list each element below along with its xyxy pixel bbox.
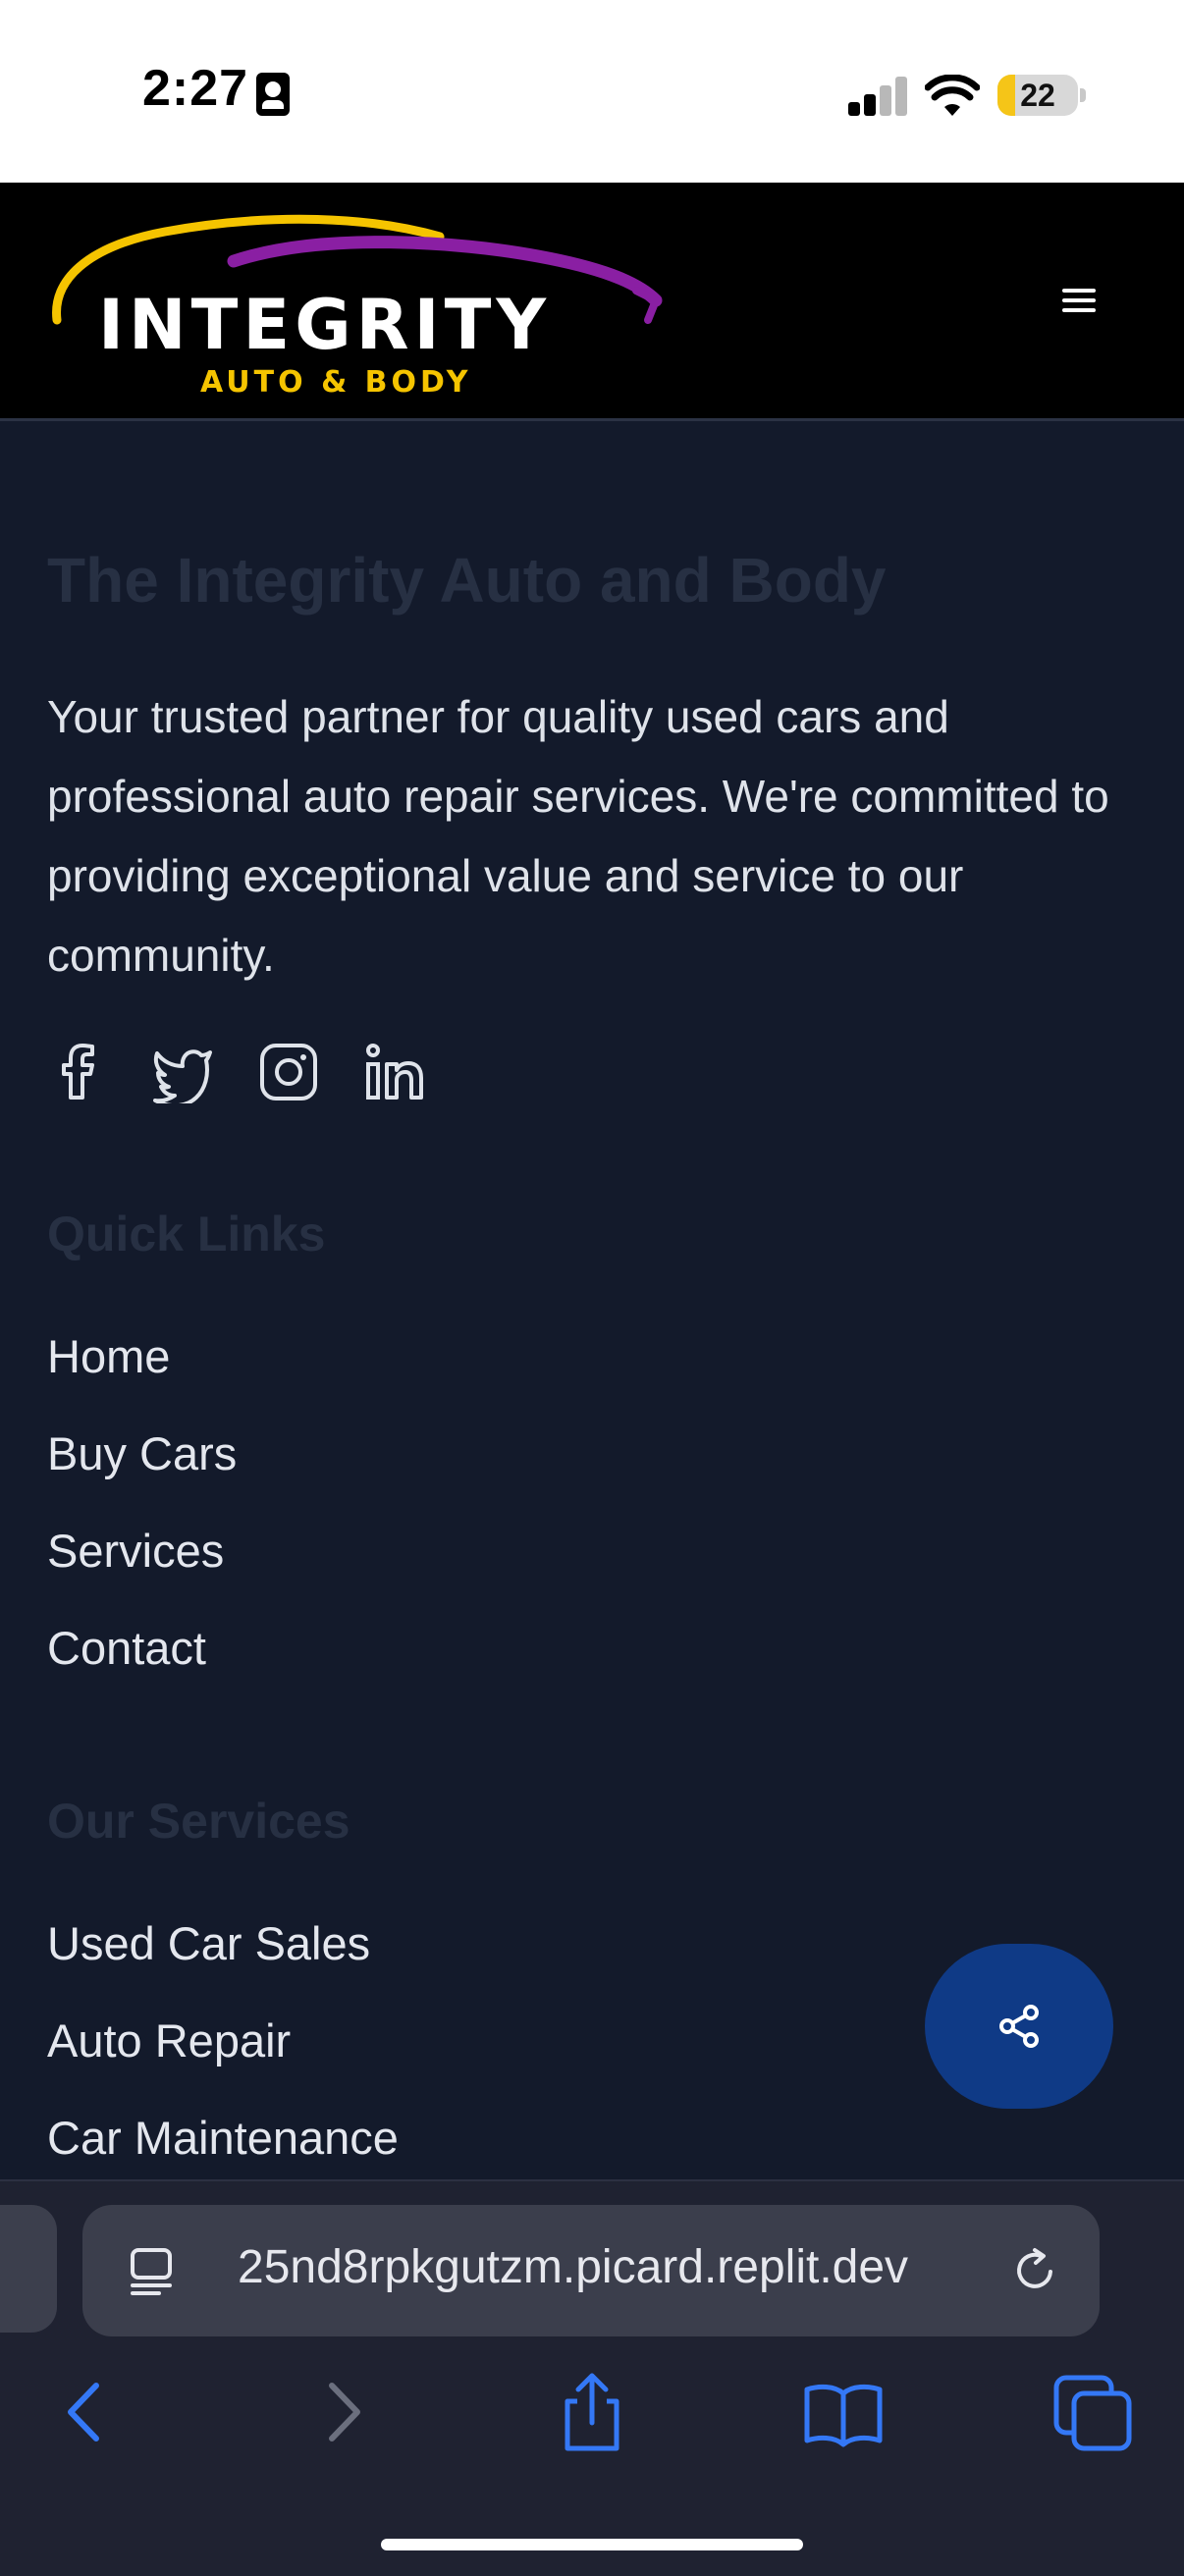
battery-tip bbox=[1080, 88, 1086, 102]
forward-icon[interactable] bbox=[298, 2368, 387, 2456]
quick-links-title: Quick Links bbox=[47, 1207, 326, 1261]
site-header: INTEGRITY AUTO & BODY bbox=[0, 183, 1184, 421]
id-card-icon bbox=[256, 73, 290, 116]
back-icon[interactable] bbox=[41, 2368, 130, 2456]
quick-link-contact[interactable]: Contact bbox=[47, 1621, 206, 1675]
site-logo[interactable]: INTEGRITY AUTO & BODY bbox=[47, 202, 666, 400]
share-icon bbox=[999, 2005, 1039, 2048]
linkedin-icon[interactable] bbox=[363, 1041, 426, 1103]
previous-tab-peek[interactable] bbox=[0, 2205, 57, 2333]
battery-icon: 22 bbox=[997, 75, 1078, 116]
status-time: 2:27 bbox=[142, 60, 249, 117]
cellular-signal-icon bbox=[848, 77, 907, 116]
logo-sub-text: AUTO & BODY bbox=[200, 365, 472, 400]
share-icon[interactable] bbox=[548, 2368, 636, 2456]
service-link-used-car-sales[interactable]: Used Car Sales bbox=[47, 1916, 370, 1970]
instagram-icon[interactable] bbox=[257, 1041, 320, 1103]
reload-icon[interactable] bbox=[1011, 2246, 1060, 2295]
page-menu-icon[interactable] bbox=[130, 2246, 175, 2297]
wifi-icon bbox=[925, 75, 980, 116]
status-bar: 2:27 22 bbox=[0, 0, 1184, 183]
home-indicator[interactable] bbox=[381, 2539, 803, 2550]
about-title: The Integrity Auto and Body bbox=[47, 545, 887, 616]
browser-nav-bar bbox=[0, 2368, 1184, 2486]
url-text: 25nd8rpkgutzm.picard.replit.dev bbox=[238, 2241, 909, 2293]
quick-link-home[interactable]: Home bbox=[47, 1329, 170, 1383]
hamburger-menu-icon[interactable] bbox=[1050, 283, 1107, 318]
logo-main-text: INTEGRITY bbox=[98, 285, 552, 365]
facebook-icon[interactable] bbox=[47, 1041, 110, 1103]
address-bar[interactable]: 25nd8rpkgutzm.picard.replit.dev bbox=[82, 2205, 1100, 2336]
services-title: Our Services bbox=[47, 1794, 350, 1849]
service-link-auto-repair[interactable]: Auto Repair bbox=[47, 2013, 291, 2067]
battery-level: 22 bbox=[1020, 78, 1055, 113]
service-link-car-maintenance[interactable]: Car Maintenance bbox=[47, 2111, 399, 2165]
tabs-icon[interactable] bbox=[1050, 2368, 1139, 2456]
bookmarks-icon[interactable] bbox=[799, 2368, 888, 2456]
quick-link-services[interactable]: Services bbox=[47, 1524, 224, 1578]
share-fab-button[interactable] bbox=[925, 1944, 1113, 2109]
quick-link-buy-cars[interactable]: Buy Cars bbox=[47, 1426, 237, 1480]
about-description: Your trusted partner for quality used ca… bbox=[47, 691, 1109, 981]
browser-toolbar: 25nd8rpkgutzm.picard.replit.dev bbox=[0, 2179, 1184, 2576]
twitter-icon[interactable] bbox=[151, 1041, 214, 1103]
